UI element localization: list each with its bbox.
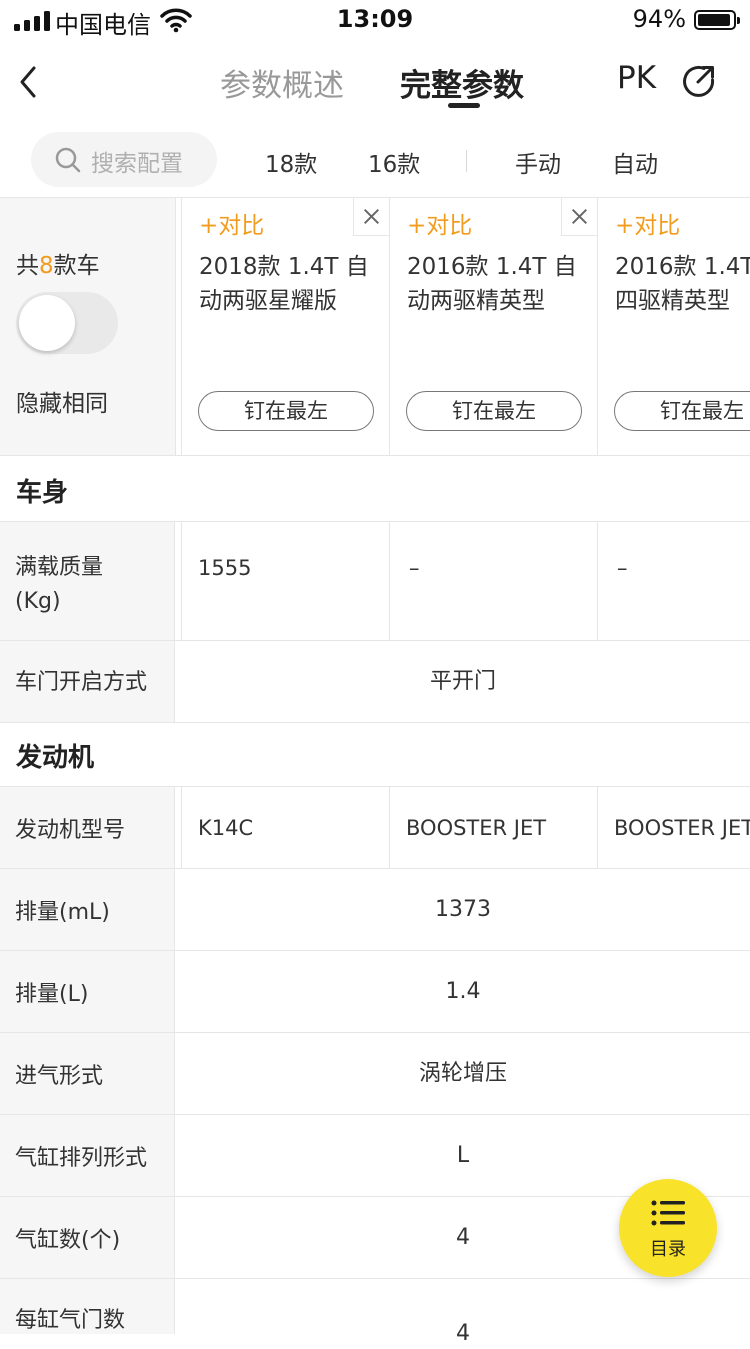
add-compare-button[interactable]: +对比	[407, 206, 472, 240]
pin-left-button[interactable]: 钉在最左	[198, 391, 374, 431]
search-placeholder: 搜索配置	[91, 151, 183, 177]
param-value: 4	[456, 1321, 470, 1346]
back-arrow-icon[interactable]	[14, 62, 44, 102]
car-name: 2018款 1.4T 自动两驱星耀版	[199, 254, 369, 314]
catalog-button[interactable]: 目录	[619, 1179, 717, 1277]
filter-divider	[466, 150, 467, 172]
param-row-valves: 每缸气门数 4	[0, 1279, 750, 1346]
car-header: 共8款车 隐藏相同 +对比 2018款 1.4T 自动两驱星耀版 钉在最左 +对…	[0, 198, 750, 456]
param-value: 平开门	[429, 669, 496, 694]
close-icon[interactable]	[561, 198, 597, 236]
param-row-door: 车门开启方式 平开门	[0, 641, 750, 723]
nav-bar: 参数概述 完整参数 PK	[0, 40, 750, 122]
tab-full-params[interactable]: 完整参数	[400, 60, 524, 105]
param-value: 1.4	[445, 979, 481, 1004]
param-row-displacement-ml: 排量(mL) 1373	[0, 869, 750, 951]
car-column: +对比 2016款 1.4T 自动两驱精英型 钉在最左	[389, 198, 597, 455]
share-icon[interactable]	[682, 64, 716, 98]
car-column: +对比 2018款 1.4T 自动两驱星耀版 钉在最左	[181, 198, 389, 455]
car-name: 2016款 1.4T 自动两驱精英型	[407, 254, 577, 314]
car-name: 2016款 1.4T 自动四驱精英型	[615, 254, 750, 314]
param-label: 排量(L)	[0, 951, 175, 1032]
param-label: 排量(mL)	[0, 869, 175, 950]
param-label: 车门开启方式	[0, 641, 175, 722]
list-icon	[651, 1200, 685, 1226]
car-column: +对比 2016款 1.4T 自动四驱精英型 钉在最左	[597, 198, 750, 455]
search-input[interactable]: 搜索配置	[31, 132, 217, 187]
status-bar: 中国电信 13:09 94%	[0, 0, 750, 40]
active-tab-indicator	[448, 103, 480, 108]
battery-icon	[694, 10, 740, 30]
tab-overview[interactable]: 参数概述	[220, 60, 344, 105]
total-cars: 共8款车	[16, 253, 100, 279]
param-cell: 1555	[198, 556, 252, 580]
param-row-full-mass: 满载质量 (Kg) 1555 – –	[0, 522, 750, 641]
param-row-engine-model: 发动机型号 K14C BOOSTER JET BOOSTER JET	[0, 787, 750, 869]
filter-manual[interactable]: 手动	[515, 145, 561, 179]
close-icon[interactable]	[353, 198, 389, 236]
param-cell: –	[409, 556, 420, 580]
param-label: 每缸气门数	[0, 1279, 175, 1334]
add-compare-button[interactable]: +对比	[199, 206, 264, 240]
param-label: 满载质量 (Kg)	[0, 522, 175, 640]
search-icon	[55, 147, 81, 173]
section-header-body: 车身	[0, 456, 750, 522]
param-row-displacement-l: 排量(L) 1.4	[0, 951, 750, 1033]
param-row-intake: 进气形式 涡轮增压	[0, 1033, 750, 1115]
battery-percent: 94%	[632, 5, 686, 33]
param-cell: –	[617, 556, 628, 580]
pin-left-button[interactable]: 钉在最左	[614, 391, 750, 431]
section-header-engine: 发动机	[0, 723, 750, 787]
catalog-label: 目录	[650, 1239, 686, 1260]
param-cell: K14C	[198, 816, 254, 840]
add-compare-button[interactable]: +对比	[615, 206, 680, 240]
pk-button[interactable]: PK	[617, 60, 656, 96]
param-label: 发动机型号	[0, 787, 175, 868]
hide-same-toggle[interactable]	[16, 292, 118, 354]
pin-left-button[interactable]: 钉在最左	[406, 391, 582, 431]
filter-18[interactable]: 18款	[265, 145, 317, 179]
param-row-cylinder-arrangement: 气缸排列形式 L	[0, 1115, 750, 1197]
filter-16[interactable]: 16款	[368, 145, 420, 179]
filter-bar: 搜索配置 18款 16款 手动 自动	[0, 122, 750, 198]
filter-auto[interactable]: 自动	[612, 145, 658, 179]
param-value: 1373	[435, 897, 491, 922]
param-cell: BOOSTER JET	[406, 816, 547, 840]
param-label: 进气形式	[0, 1033, 175, 1114]
hide-same-label: 隐藏相同	[16, 391, 108, 417]
param-label: 气缸排列形式	[0, 1115, 175, 1196]
param-value: 涡轮增压	[418, 1061, 507, 1086]
param-cell: BOOSTER JET	[614, 816, 750, 840]
param-label: 气缸数(个)	[0, 1197, 175, 1278]
